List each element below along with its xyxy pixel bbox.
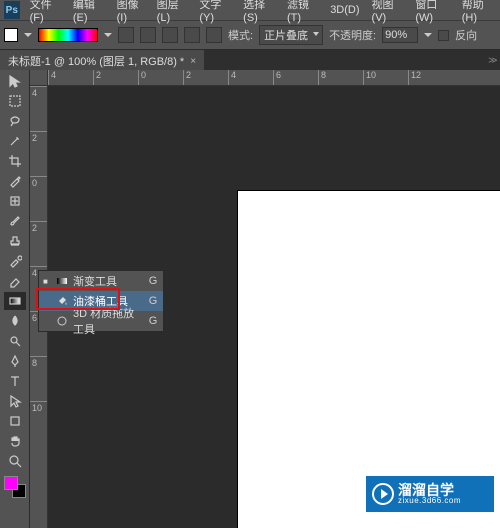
flyout-item-gradient[interactable]: ■ 渐变工具 G [39, 271, 163, 291]
document-tab-title: 未标题-1 @ 100% (图层 1, RGB/8) * [8, 53, 184, 69]
shape-tool[interactable] [4, 412, 26, 430]
menu-view[interactable]: 视图(V) [366, 0, 410, 24]
menu-3d[interactable]: 3D(D) [324, 4, 365, 16]
reverse-label: 反向 [455, 27, 477, 43]
menu-layer[interactable]: 图层(L) [151, 0, 194, 24]
eyedropper-tool[interactable] [4, 172, 26, 190]
gradient-diamond-button[interactable] [206, 27, 222, 43]
menu-select[interactable]: 选择(S) [237, 0, 281, 24]
menu-bar: Ps 文件(F) 编辑(E) 图像(I) 图层(L) 文字(Y) 选择(S) 滤… [0, 0, 500, 20]
flyout-active-mark: ■ [43, 277, 51, 286]
move-tool[interactable] [4, 72, 26, 90]
ruler-v-tick: 2 [30, 221, 47, 266]
options-bar: 模式: 正片叠底 不透明度: 90% 反向 [0, 20, 500, 50]
ruler-origin[interactable] [30, 70, 48, 86]
toolbox [0, 70, 30, 528]
blend-mode-select[interactable]: 正片叠底 [259, 25, 323, 45]
path-select-tool[interactable] [4, 392, 26, 410]
tab-bar-background [204, 50, 486, 70]
menu-help[interactable]: 帮助(H) [456, 0, 500, 24]
flyout-item-shortcut: G [147, 275, 159, 287]
ruler-v-tick: 0 [30, 176, 47, 221]
history-brush-tool[interactable] [4, 252, 26, 270]
menu-window[interactable]: 窗口(W) [409, 0, 455, 24]
menu-image[interactable]: 图像(I) [111, 0, 151, 24]
gradient-reflected-button[interactable] [184, 27, 200, 43]
hand-tool[interactable] [4, 432, 26, 450]
stamp-tool[interactable] [4, 232, 26, 250]
marquee-tool[interactable] [4, 92, 26, 110]
dodge-tool[interactable] [4, 332, 26, 350]
type-tool[interactable] [4, 372, 26, 390]
ruler-h-tick: 12 [408, 70, 453, 85]
zoom-tool[interactable] [4, 452, 26, 470]
menu-filter[interactable]: 滤镜(T) [281, 0, 324, 24]
ruler-h-tick: 6 [273, 70, 318, 85]
ruler-h-tick: 4 [228, 70, 273, 85]
menu-type[interactable]: 文字(Y) [193, 0, 237, 24]
ruler-h-tick: 2 [93, 70, 138, 85]
tool-preset-swatch[interactable] [4, 28, 18, 42]
material-drop-icon [55, 314, 69, 328]
ruler-h-tick: 2 [183, 70, 228, 85]
document-tab-bar: 未标题-1 @ 100% (图层 1, RGB/8) * × ≫ [0, 50, 500, 70]
flyout-item-label: 渐变工具 [73, 273, 143, 289]
ruler-h-tick: 0 [138, 70, 183, 85]
healing-tool[interactable] [4, 192, 26, 210]
menu-edit[interactable]: 编辑(E) [67, 0, 111, 24]
flyout-item-shortcut: G [147, 295, 159, 307]
paint-bucket-icon [55, 294, 69, 308]
gradient-radial-button[interactable] [140, 27, 156, 43]
tab-overflow-button[interactable]: ≫ [486, 50, 500, 70]
tool-flyout-menu: ■ 渐变工具 G 油漆桶工具 G 3D 材质拖放工具 G [38, 270, 164, 332]
lasso-tool[interactable] [4, 112, 26, 130]
watermark-title: 溜溜自学 [398, 483, 461, 497]
ruler-v-tick: 8 [30, 356, 47, 401]
close-icon[interactable]: × [190, 56, 196, 67]
play-icon [372, 483, 394, 505]
reverse-checkbox[interactable] [438, 30, 449, 41]
ruler-h-tick: 4 [48, 70, 93, 85]
foreground-color-swatch[interactable] [4, 476, 18, 490]
color-swatches[interactable] [4, 476, 26, 498]
gradient-dropdown-icon[interactable] [104, 33, 112, 37]
flyout-item-label: 3D 材质拖放工具 [73, 305, 143, 337]
menu-file[interactable]: 文件(F) [24, 0, 67, 24]
horizontal-ruler[interactable]: 4 2 0 2 4 6 8 10 12 [48, 70, 500, 86]
gradient-linear-button[interactable] [118, 27, 134, 43]
crop-tool[interactable] [4, 152, 26, 170]
document-tab[interactable]: 未标题-1 @ 100% (图层 1, RGB/8) * × [0, 50, 204, 70]
opacity-label: 不透明度: [329, 27, 376, 43]
ruler-v-tick: 2 [30, 131, 47, 176]
pen-tool[interactable] [4, 352, 26, 370]
watermark-badge: 溜溜自学 zixue.3d66.com [366, 476, 494, 512]
tool-preset-dropdown-icon[interactable] [24, 33, 32, 37]
flyout-item-shortcut: G [147, 315, 159, 327]
gradient-tool[interactable] [4, 292, 26, 310]
wand-tool[interactable] [4, 132, 26, 150]
ruler-h-tick: 10 [363, 70, 408, 85]
opacity-input[interactable]: 90% [382, 27, 418, 43]
eraser-tool[interactable] [4, 272, 26, 290]
watermark-url: zixue.3d66.com [398, 497, 461, 505]
ruler-v-tick: 4 [30, 86, 47, 131]
brush-tool[interactable] [4, 212, 26, 230]
app-badge: Ps [4, 1, 20, 19]
ruler-v-tick: 10 [30, 401, 47, 446]
ruler-h-tick: 8 [318, 70, 363, 85]
opacity-dropdown-icon[interactable] [424, 33, 432, 37]
blur-tool[interactable] [4, 312, 26, 330]
mode-label: 模式: [228, 27, 253, 43]
gradient-icon [55, 274, 69, 288]
gradient-preview[interactable] [38, 28, 98, 42]
gradient-angle-button[interactable] [162, 27, 178, 43]
flyout-item-3dmaterial[interactable]: 3D 材质拖放工具 G [39, 311, 163, 331]
